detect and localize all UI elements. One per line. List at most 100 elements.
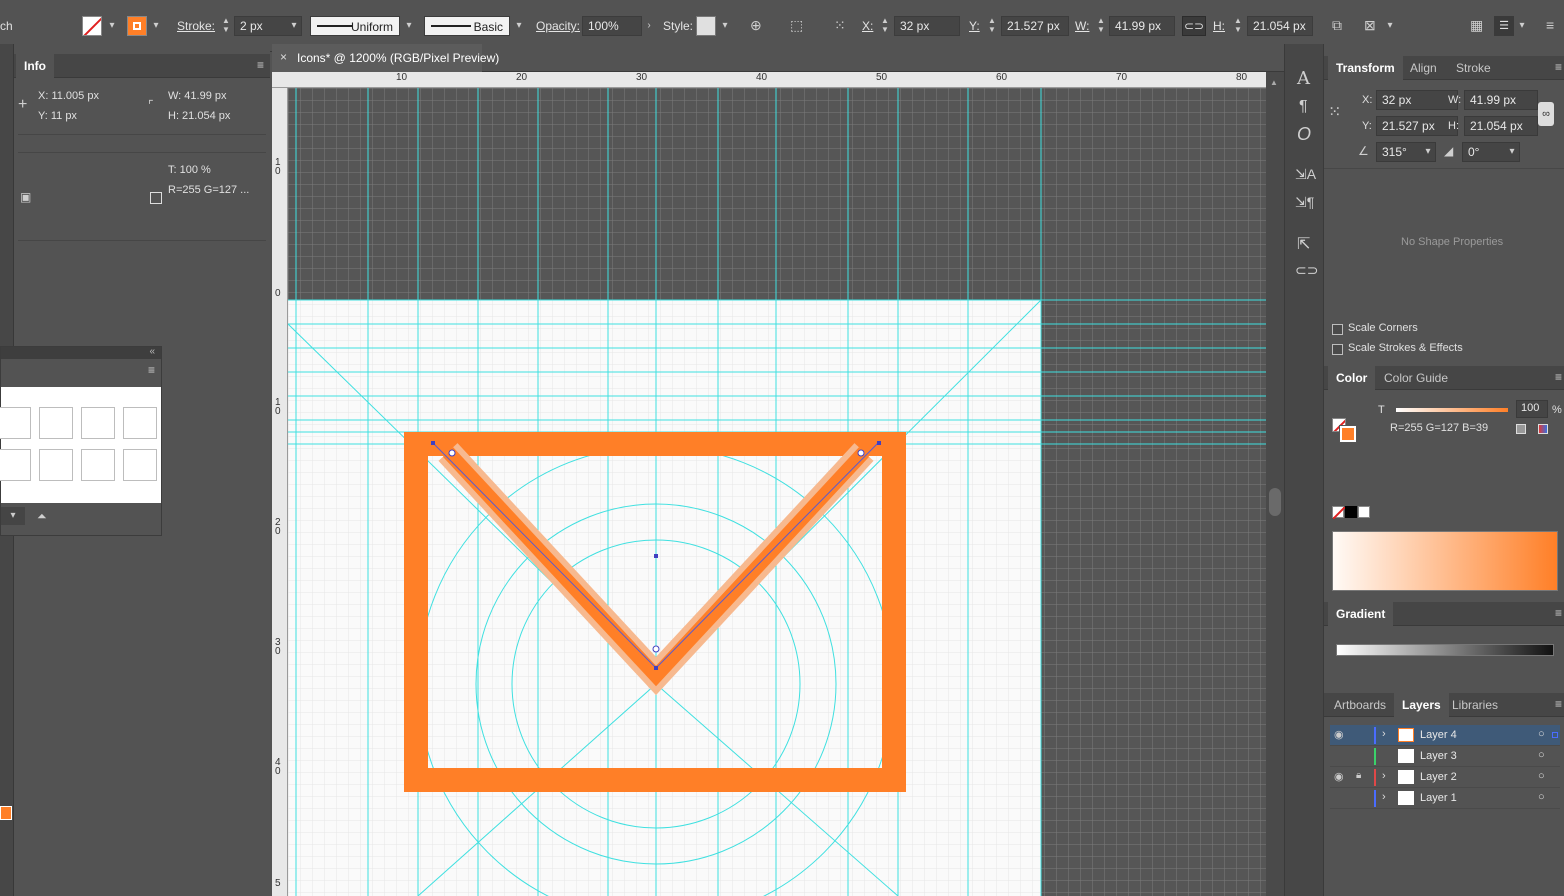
- swatch-cell[interactable]: [81, 407, 115, 439]
- tab-transform[interactable]: Transform: [1328, 56, 1403, 80]
- layer-row[interactable]: ◉ › Layer 4 ○: [1330, 725, 1560, 746]
- target-icon[interactable]: ○: [1538, 791, 1545, 803]
- constrain-proportions-link-icon[interactable]: ⊂⊃: [1182, 16, 1206, 36]
- layer-row[interactable]: Layer 3 ○: [1330, 746, 1560, 767]
- h-field[interactable]: 21.054 px: [1247, 16, 1313, 36]
- collapse-icon[interactable]: «: [149, 346, 155, 357]
- stroke-label[interactable]: Stroke:: [177, 19, 215, 33]
- target-icon[interactable]: ○: [1538, 770, 1545, 782]
- transform-menu-icon[interactable]: ≡: [1555, 60, 1562, 74]
- target-icon[interactable]: ○: [1538, 728, 1545, 740]
- close-tab-icon[interactable]: ×: [280, 50, 287, 64]
- rotate-dropdown-icon[interactable]: ▾: [1420, 142, 1436, 162]
- tab-layers[interactable]: Layers: [1394, 693, 1449, 717]
- shear-dropdown-icon[interactable]: ▾: [1504, 142, 1520, 162]
- scale-corners-checkbox[interactable]: [1332, 324, 1343, 335]
- expand-chevron-icon[interactable]: ›: [1382, 770, 1386, 782]
- y-field[interactable]: 21.527 px: [1001, 16, 1069, 36]
- target-icon[interactable]: ○: [1538, 749, 1545, 761]
- none-swatch[interactable]: [1332, 506, 1346, 520]
- color-menu-icon[interactable]: ≡: [1555, 370, 1562, 384]
- tab-info[interactable]: Info: [16, 54, 54, 78]
- panel-layout-icon[interactable]: ☰: [1494, 16, 1514, 36]
- w-spinner[interactable]: ▲ ▼: [1095, 16, 1107, 36]
- tab-stroke[interactable]: Stroke: [1448, 56, 1499, 80]
- stroke-swatch[interactable]: [127, 16, 147, 36]
- align-to-selection-icon[interactable]: ⬚: [790, 17, 803, 34]
- expand-chevron-icon[interactable]: ›: [1382, 728, 1386, 740]
- layers-menu-icon[interactable]: ≡: [1555, 697, 1562, 711]
- ruler-vertical[interactable]: 1 0 0 1 0 2 0 3 0 4 0 5: [272, 88, 288, 896]
- recolor-artwork-icon[interactable]: ⊕: [750, 17, 762, 34]
- fill-dropdown-icon[interactable]: ▾: [104, 16, 120, 36]
- opacity-label[interactable]: Opacity:: [536, 19, 580, 33]
- layer-name[interactable]: Layer 3: [1420, 750, 1457, 762]
- stroke-dropdown-icon[interactable]: ▾: [148, 16, 164, 36]
- floating-menu-icon[interactable]: ≡: [148, 363, 155, 377]
- layer-row[interactable]: ◉ 🔒︎ › Layer 2 ○: [1330, 767, 1560, 788]
- h-label[interactable]: H:: [1213, 19, 1225, 33]
- profile-dropdown-icon[interactable]: ▾: [401, 16, 417, 36]
- shape-builder-icon[interactable]: ⊠: [1364, 17, 1376, 34]
- swatch-cell[interactable]: [0, 407, 31, 439]
- artboard[interactable]: [288, 300, 1041, 896]
- layout-dropdown-icon[interactable]: ▾: [1514, 16, 1530, 36]
- paragraph-styles-icon[interactable]: ⇲¶: [1295, 194, 1314, 211]
- reference-point-icon[interactable]: ⁙: [834, 17, 846, 34]
- export-icon[interactable]: ⇱: [1297, 234, 1310, 254]
- tint-slider[interactable]: [1396, 408, 1508, 412]
- swatch-cell[interactable]: [81, 449, 115, 481]
- reference-point-icon[interactable]: ⁙: [1328, 102, 1341, 122]
- selection-indicator-icon[interactable]: [1552, 732, 1558, 738]
- stroke-color-mini[interactable]: [0, 806, 12, 820]
- x-label[interactable]: X:: [862, 19, 873, 33]
- gradient-menu-icon[interactable]: ≡: [1555, 606, 1562, 620]
- variable-width-profile[interactable]: Uniform: [310, 16, 400, 36]
- layer-name[interactable]: Layer 4: [1420, 729, 1457, 741]
- w-label[interactable]: W:: [1075, 19, 1089, 33]
- tp-h-field[interactable]: 21.054 px: [1464, 116, 1538, 136]
- graphic-style-swatch[interactable]: [696, 16, 716, 36]
- tab-align[interactable]: Align: [1402, 56, 1445, 80]
- tab-libraries[interactable]: Libraries: [1444, 693, 1506, 717]
- layer-row[interactable]: › Layer 1 ○: [1330, 788, 1560, 809]
- transform-icon[interactable]: ⧉: [1332, 17, 1342, 34]
- constrain-link-icon[interactable]: ∞: [1538, 102, 1554, 126]
- tp-y-field[interactable]: 21.527 px: [1376, 116, 1458, 136]
- artwork-svg[interactable]: [288, 88, 1266, 896]
- swatch-cell[interactable]: [0, 449, 31, 481]
- tp-w-field[interactable]: 41.99 px: [1464, 90, 1538, 110]
- swatch-cell[interactable]: [39, 407, 73, 439]
- paragraph-icon[interactable]: ¶: [1299, 98, 1308, 116]
- tp-x-field[interactable]: 32 px: [1376, 90, 1458, 110]
- stroke-active-swatch[interactable]: [1339, 425, 1357, 443]
- view-dropdown-icon[interactable]: ▾: [1, 507, 25, 525]
- lock-icon[interactable]: 🔒︎: [1356, 770, 1361, 781]
- links-icon[interactable]: ⊂⊃: [1295, 262, 1318, 279]
- document-tab[interactable]: × Icons* @ 1200% (RGB/Pixel Preview): [272, 44, 499, 72]
- artboard-canvas[interactable]: [288, 88, 1266, 896]
- y-spinner[interactable]: ▲ ▼: [986, 16, 998, 36]
- visibility-eye-icon[interactable]: ◉: [1334, 770, 1344, 783]
- opacity-field[interactable]: 100%: [582, 16, 642, 36]
- scale-strokes-checkbox[interactable]: [1332, 344, 1343, 355]
- expand-chevron-icon[interactable]: ›: [1382, 791, 1386, 803]
- swatch-cell[interactable]: [123, 449, 157, 481]
- h-spinner[interactable]: ▲ ▼: [1232, 16, 1244, 36]
- overflow-menu-icon[interactable]: ≡: [1546, 17, 1554, 33]
- scroll-thumb[interactable]: [1269, 488, 1281, 516]
- color-spectrum[interactable]: [1332, 531, 1558, 591]
- tab-artboards[interactable]: Artboards: [1326, 693, 1394, 717]
- white-swatch[interactable]: [1358, 506, 1370, 518]
- shape-dropdown-icon[interactable]: ▾: [1382, 16, 1398, 36]
- ruler-horizontal[interactable]: 10 20 30 40 50 60 70 80: [272, 72, 1284, 88]
- opentype-icon[interactable]: O: [1297, 124, 1311, 145]
- mountain-icon[interactable]: ⏶: [37, 509, 47, 524]
- swatch-cell[interactable]: [123, 407, 157, 439]
- tab-gradient[interactable]: Gradient: [1328, 602, 1394, 626]
- fill-swatch[interactable]: [82, 16, 102, 36]
- stroke-weight-spinner[interactable]: ▲ ▼: [220, 16, 232, 36]
- tab-color-guide[interactable]: Color Guide: [1376, 366, 1456, 390]
- vertical-scrollbar[interactable]: ▲: [1266, 72, 1284, 896]
- style-dropdown-icon[interactable]: ▾: [717, 16, 733, 36]
